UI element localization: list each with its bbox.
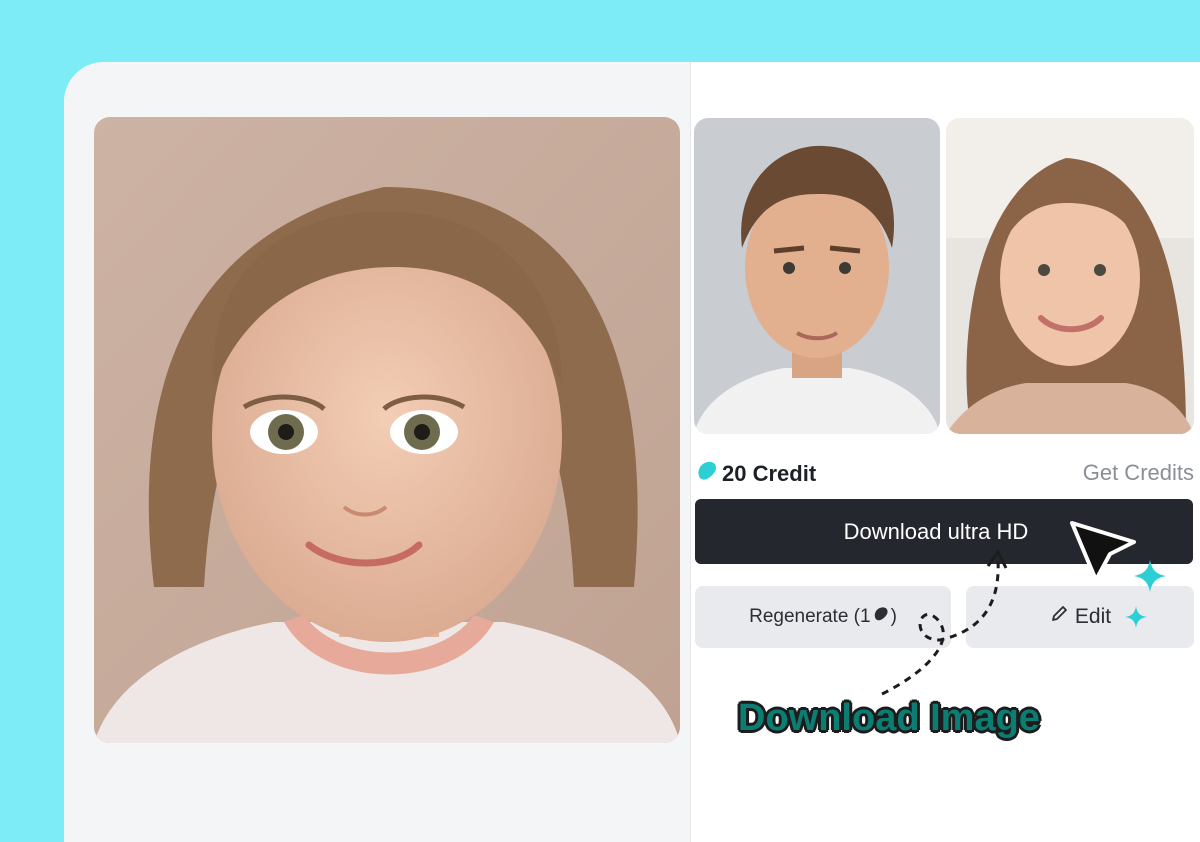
bean-icon xyxy=(696,460,718,488)
preview-panel xyxy=(64,62,691,842)
get-credits-link[interactable]: Get Credits xyxy=(1083,460,1194,486)
bean-icon xyxy=(873,606,889,628)
regenerate-label-close: ) xyxy=(890,606,897,627)
credits-row: 20 Credit Get Credits xyxy=(696,458,1194,488)
generated-photo-child[interactable] xyxy=(94,117,680,743)
regenerate-label: Regenerate (1 xyxy=(749,606,871,627)
credit-amount-text: 20 Credit xyxy=(722,461,817,486)
edit-button[interactable]: Edit xyxy=(966,586,1194,648)
download-ultra-hd-button[interactable]: Download ultra HD xyxy=(695,499,1193,564)
download-button-label: Download ultra HD xyxy=(843,518,1029,544)
regenerate-button[interactable]: Regenerate (1 ) xyxy=(695,586,951,648)
result-thumbnail-woman[interactable] xyxy=(946,118,1194,434)
pencil-icon xyxy=(1049,604,1069,630)
credit-balance: 20 Credit xyxy=(696,460,816,488)
edit-label: Edit xyxy=(1074,605,1112,628)
result-thumbnail-man[interactable] xyxy=(694,118,940,434)
download-image-annotation: Download Image xyxy=(738,697,1040,739)
